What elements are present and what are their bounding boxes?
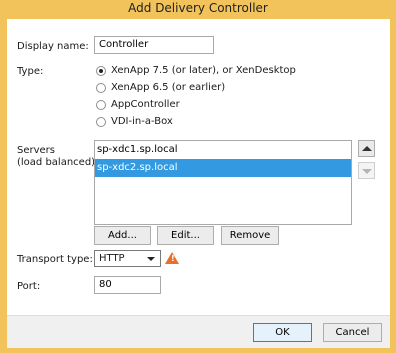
type-option-appcontroller[interactable]: AppController bbox=[96, 99, 180, 110]
radio-icon[interactable] bbox=[96, 116, 106, 127]
add-server-button[interactable]: Add... bbox=[94, 226, 151, 245]
window-frame-right bbox=[390, 19, 396, 353]
radio-checked-icon[interactable] bbox=[96, 65, 106, 76]
window-title: Add Delivery Controller bbox=[128, 1, 268, 15]
radio-icon[interactable] bbox=[96, 82, 106, 93]
list-item[interactable]: sp-xdc1.sp.local bbox=[95, 141, 351, 159]
edit-server-button[interactable]: Edit... bbox=[157, 226, 214, 245]
dialog-content: Display name: Controller Type: XenApp 7.… bbox=[7, 19, 390, 347]
type-label: Type: bbox=[17, 66, 44, 77]
type-option-label: XenApp 7.5 (or later), or XenDesktop bbox=[111, 65, 296, 76]
port-label: Port: bbox=[17, 281, 41, 292]
radio-icon[interactable] bbox=[96, 99, 106, 110]
servers-label: Servers bbox=[17, 145, 56, 156]
remove-server-button[interactable]: Remove bbox=[221, 226, 279, 245]
type-option-label: XenApp 6.5 (or earlier) bbox=[111, 82, 226, 93]
type-option-xenapp75[interactable]: XenApp 7.5 (or later), or XenDesktop bbox=[96, 65, 296, 76]
window-frame-left bbox=[0, 19, 7, 353]
transport-type-value: HTTP bbox=[99, 253, 125, 264]
arrow-down-icon bbox=[362, 169, 372, 174]
cancel-button[interactable]: Cancel bbox=[323, 323, 382, 342]
list-item-selected[interactable]: sp-xdc2.sp.local bbox=[95, 159, 351, 177]
display-name-label: Display name: bbox=[17, 41, 89, 52]
port-field[interactable]: 80 bbox=[94, 276, 161, 294]
ok-button[interactable]: OK bbox=[253, 323, 312, 342]
move-down-button[interactable] bbox=[358, 162, 375, 179]
chevron-down-icon bbox=[147, 257, 155, 261]
transport-type-label: Transport type: bbox=[17, 254, 93, 265]
dialog-footer: OK Cancel bbox=[7, 315, 390, 348]
arrow-up-icon bbox=[362, 146, 372, 151]
title-bar: Add Delivery Controller bbox=[0, 0, 396, 20]
type-option-label: AppController bbox=[111, 99, 180, 110]
type-option-label: VDI-in-a-Box bbox=[111, 116, 173, 127]
move-up-button[interactable] bbox=[358, 140, 375, 157]
type-option-xenapp65[interactable]: XenApp 6.5 (or earlier) bbox=[96, 82, 225, 93]
display-name-field[interactable]: Controller bbox=[94, 36, 214, 54]
transport-type-select[interactable]: HTTP bbox=[94, 250, 161, 267]
add-delivery-controller-dialog: Add Delivery Controller Display name: Co… bbox=[0, 0, 396, 353]
warning-icon: ! bbox=[165, 252, 179, 264]
servers-list[interactable]: sp-xdc1.sp.local sp-xdc2.sp.local bbox=[94, 140, 352, 225]
servers-label-sub: (load balanced): bbox=[17, 157, 99, 168]
type-option-vdi-in-a-box[interactable]: VDI-in-a-Box bbox=[96, 116, 173, 127]
